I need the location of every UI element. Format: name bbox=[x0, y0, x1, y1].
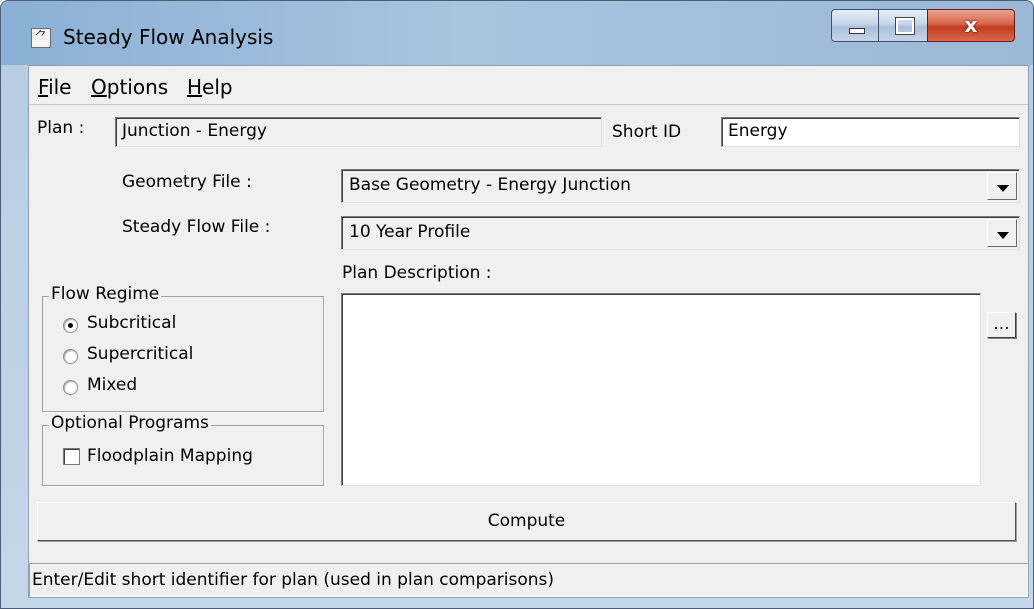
radio-subcritical[interactable] bbox=[63, 318, 78, 333]
dialog-client-area: File Options Help Plan : Junction - Ener… bbox=[28, 65, 1029, 598]
short-id-label: Short ID bbox=[612, 122, 682, 142]
optional-programs-legend: Optional Programs bbox=[49, 413, 211, 433]
plan-description-expand-button[interactable]: ... bbox=[987, 312, 1016, 338]
steady-flow-file-value: 10 Year Profile bbox=[349, 222, 471, 242]
geometry-file-select[interactable]: Base Geometry - Energy Junction bbox=[341, 169, 1020, 203]
chevron-down-icon[interactable] bbox=[987, 219, 1017, 247]
short-id-input[interactable]: Energy bbox=[721, 117, 1020, 147]
plan-name-field[interactable]: Junction - Energy bbox=[115, 117, 602, 147]
plan-description-label: Plan Description : bbox=[342, 263, 492, 283]
compute-button[interactable]: Compute bbox=[37, 502, 1016, 541]
floodplain-mapping-label[interactable]: Floodplain Mapping bbox=[87, 446, 253, 466]
minimize-button[interactable] bbox=[831, 9, 879, 42]
steady-flow-file-label: Steady Flow File : bbox=[122, 217, 271, 237]
menu-options[interactable]: Options bbox=[91, 75, 168, 99]
app-icon[interactable]: ⺈ bbox=[31, 28, 51, 48]
maximize-button[interactable] bbox=[878, 9, 928, 42]
radio-mixed-label[interactable]: Mixed bbox=[87, 375, 137, 395]
status-bar: Enter/Edit short identifier for plan (us… bbox=[29, 563, 1028, 597]
short-id-value: Energy bbox=[728, 121, 788, 141]
close-icon: x bbox=[964, 13, 978, 37]
title-bar[interactable]: ⺈ Steady Flow Analysis x bbox=[1, 1, 1033, 65]
radio-supercritical[interactable] bbox=[63, 349, 78, 364]
radio-mixed[interactable] bbox=[63, 380, 78, 395]
close-button[interactable]: x bbox=[927, 9, 1015, 42]
flow-regime-legend: Flow Regime bbox=[49, 284, 162, 304]
plan-label: Plan : bbox=[37, 118, 85, 138]
menu-help[interactable]: Help bbox=[187, 75, 233, 99]
plan-description-textarea[interactable] bbox=[341, 293, 981, 486]
flow-regime-group: Flow Regime Subcritical Supercritical Mi… bbox=[42, 284, 324, 412]
menu-file[interactable]: File bbox=[38, 75, 71, 99]
optional-programs-group: Optional Programs Floodplain Mapping bbox=[42, 413, 324, 486]
steady-flow-analysis-window: ⺈ Steady Flow Analysis x File Options He… bbox=[0, 0, 1034, 609]
minimize-icon bbox=[832, 10, 878, 41]
radio-supercritical-label[interactable]: Supercritical bbox=[87, 344, 193, 364]
menu-bar: File Options Help bbox=[29, 66, 1028, 105]
geometry-file-value: Base Geometry - Energy Junction bbox=[349, 175, 631, 195]
chevron-down-icon[interactable] bbox=[987, 172, 1017, 200]
steady-flow-file-select[interactable]: 10 Year Profile bbox=[341, 216, 1020, 250]
geometry-file-label: Geometry File : bbox=[122, 172, 252, 192]
radio-subcritical-label[interactable]: Subcritical bbox=[87, 313, 176, 333]
window-title: Steady Flow Analysis bbox=[63, 25, 274, 49]
floodplain-mapping-checkbox[interactable] bbox=[63, 448, 80, 465]
maximize-icon bbox=[879, 10, 927, 41]
